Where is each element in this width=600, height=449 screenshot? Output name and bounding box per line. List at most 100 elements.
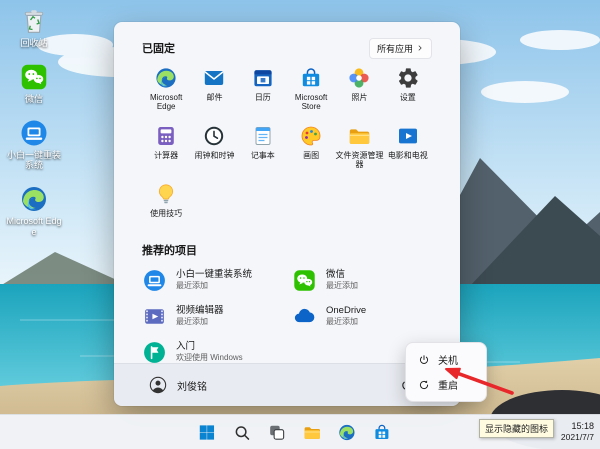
clock-icon <box>202 124 226 148</box>
search-icon <box>232 423 251 442</box>
power-menu-item-label: 重启 <box>438 381 458 392</box>
recommended-title: 推荐的项目 <box>142 245 197 257</box>
task-view-icon <box>267 423 286 442</box>
tray-time: 15:18 <box>571 421 594 432</box>
pinned-app-paint[interactable]: 画图 <box>287 124 335 174</box>
pinned-app-label: Microsoft Edge <box>149 93 183 112</box>
pinned-app-label: 日历 <box>254 93 271 102</box>
pinned-app-label: 电影和电视 <box>387 151 428 160</box>
recommended-item-text: 微信 最近添加 <box>326 269 358 291</box>
pinned-app-movies[interactable]: 电影和电视 <box>384 124 432 174</box>
desktop-icon-label: 小白一键重装系统 <box>6 149 61 171</box>
desktop-icon-list: 回收站微信小白一键重装系统 Microsoft Edge <box>2 6 66 238</box>
desktop-icon-edge[interactable]: Microsoft Edge <box>2 184 66 238</box>
chevron-right-icon <box>416 44 424 52</box>
recommended-item-sub: 最近添加 <box>176 280 208 290</box>
recommended-item-label: 小白一键重装系统 <box>176 269 253 281</box>
desktop-icon-label: Microsoft Edge <box>6 216 62 237</box>
power-menu-item-restart[interactable]: 重启 <box>410 372 482 397</box>
taskbar-button-search[interactable] <box>227 419 255 445</box>
recycle-bin-icon <box>19 6 49 36</box>
pinned-app-notepad[interactable]: 记事本 <box>239 124 287 174</box>
edge-icon <box>154 66 178 90</box>
recommended-item-sub: 最近添加 <box>326 280 358 290</box>
power-menu: 关机 重启 <box>405 342 487 402</box>
calendar-icon <box>251 66 275 90</box>
taskbar-button-start[interactable] <box>192 419 220 445</box>
get-started-icon <box>142 340 167 365</box>
pinned-app-calendar[interactable]: 日历 <box>239 66 287 116</box>
pinned-app-calculator[interactable]: 计算器 <box>142 124 190 174</box>
desktop-icon-label: 回收站 <box>20 38 48 48</box>
video-editor-icon <box>142 304 167 329</box>
power-menu-item-power[interactable]: 关机 <box>410 347 482 372</box>
recommended-item-xiaobai[interactable]: 小白一键重装系统 最近添加 <box>142 266 282 294</box>
all-apps-button[interactable]: 所有应用 <box>368 37 432 59</box>
power-menu-item-label: 关机 <box>438 356 458 367</box>
start-icon <box>197 423 216 442</box>
recommended-item-video-editor[interactable]: 视频编辑器 最近添加 <box>142 302 282 330</box>
recommended-item-text: 视频编辑器 最近添加 <box>176 305 224 327</box>
recommended-grid: 小白一键重装系统 最近添加 微信 最近添加 视频编辑器 最近添加 OneDrive 最近添加入… <box>142 266 432 366</box>
pinned-title: 已固定 <box>142 43 175 55</box>
recommended-item-sub: 最近添加 <box>176 316 208 326</box>
desktop-icon-recycle-bin[interactable]: 回收站 <box>2 6 66 49</box>
pinned-app-edge[interactable]: Microsoft Edge <box>142 66 190 116</box>
desktop-icon-xiaobai[interactable]: 小白一键重装系统 <box>2 118 66 172</box>
restart-icon <box>418 379 430 391</box>
user-name: 刘俊铭 <box>177 381 207 393</box>
pinned-app-label: 画图 <box>303 151 320 160</box>
desktop-screen: 回收站 微信 小白一键重装系统 Microsoft Edge 已固定 所有应用 Mic… <box>0 0 600 449</box>
recommended-item-get-started[interactable]: 入门 欢迎使用 Windows <box>142 338 282 366</box>
recommended-item-wechat[interactable]: 微信 最近添加 <box>292 266 432 294</box>
recommended-item-label: 入门 <box>176 341 196 353</box>
taskbar-clock[interactable]: 15:18 2021/7/7 <box>561 421 594 443</box>
power-icon <box>418 354 430 366</box>
desktop-icon-wechat[interactable]: 微信 <box>2 62 66 105</box>
wechat-icon <box>292 268 317 293</box>
xiaobai-icon <box>142 268 167 293</box>
recommended-item-text: 入门 欢迎使用 Windows <box>176 341 243 363</box>
recommended-item-text: OneDrive 最近添加 <box>326 305 366 327</box>
pinned-app-label: 设置 <box>399 93 416 102</box>
pinned-app-store[interactable]: Microsoft Store <box>287 66 335 116</box>
photos-icon <box>347 66 371 90</box>
recommended-item-label: OneDrive <box>326 305 367 317</box>
pinned-app-label: 照片 <box>351 93 368 102</box>
user-avatar-icon <box>148 375 168 395</box>
pinned-apps-grid: Microsoft Edge 邮件 日历 Microsoft Store 照片 设置计算器… <box>142 66 432 232</box>
recommended-item-sub: 欢迎使用 Windows <box>176 352 243 362</box>
mail-icon <box>202 66 226 90</box>
tray-date: 2021/7/7 <box>560 432 594 443</box>
recommended-item-onedrive[interactable]: OneDrive 最近添加 <box>292 302 432 330</box>
pinned-header: 已固定 所有应用 <box>142 37 432 59</box>
pinned-app-label: 计算器 <box>154 151 179 160</box>
xiaobai-icon <box>19 118 49 148</box>
pinned-app-clock[interactable]: 闹钟和时钟 <box>190 124 238 174</box>
paint-icon <box>299 124 323 148</box>
pinned-app-settings[interactable]: 设置 <box>384 66 432 116</box>
pinned-app-explorer[interactable]: 文件资源管理器 <box>335 124 383 174</box>
pinned-app-photos[interactable]: 照片 <box>335 66 383 116</box>
user-account-button[interactable]: 刘俊铭 <box>148 375 207 395</box>
pinned-app-tips[interactable]: 使用技巧 <box>142 182 190 232</box>
pinned-app-label: 闹钟和时钟 <box>194 151 235 160</box>
recommended-item-label: 微信 <box>326 269 346 281</box>
taskbar-button-task-view[interactable] <box>262 419 290 445</box>
desktop-icon-label: 微信 <box>24 93 43 104</box>
explorer-icon <box>302 423 321 442</box>
taskbar-button-explorer[interactable] <box>297 419 325 445</box>
pinned-app-label: 邮件 <box>206 93 223 102</box>
recommended-item-sub: 最近添加 <box>326 316 358 326</box>
edge-icon <box>19 184 49 214</box>
explorer-icon <box>347 124 371 148</box>
settings-icon <box>396 66 420 90</box>
tray-tooltip: 显示隐藏的图标 <box>479 419 555 438</box>
pinned-app-label: 记事本 <box>250 151 275 160</box>
pinned-app-label: 使用技巧 <box>150 209 183 218</box>
pinned-app-mail[interactable]: 邮件 <box>190 66 238 116</box>
wechat-icon <box>19 62 49 92</box>
taskbar-button-edge[interactable] <box>332 419 360 445</box>
taskbar-button-store[interactable] <box>367 419 395 445</box>
recommended-item-label: 视频编辑器 <box>176 305 224 317</box>
